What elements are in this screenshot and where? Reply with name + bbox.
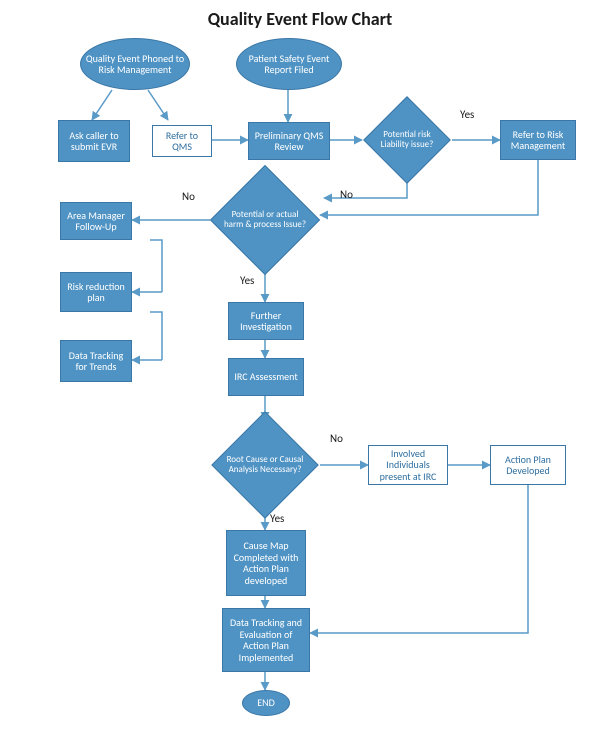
node-refer-risk: Refer to Risk Management bbox=[500, 120, 576, 160]
node-harm-issue-label: Potential or actual harm & process Issue… bbox=[206, 172, 324, 268]
node-data-eval: Data Tracking and Evaluation of Action P… bbox=[222, 608, 310, 672]
node-harm-issue: Potential or actual harm & process Issue… bbox=[206, 172, 324, 268]
page-title: Quality Event Flow Chart bbox=[0, 8, 600, 30]
node-risk-reduction: Risk reduction plan bbox=[60, 272, 132, 312]
node-end: END bbox=[242, 690, 290, 716]
node-cause-map: Cause Map Completed with Action Plan dev… bbox=[226, 530, 306, 596]
node-involved-irc: Involved Individuals present at IRC bbox=[368, 445, 448, 485]
label-root-no: No bbox=[330, 432, 343, 445]
node-refer-qms: Refer to QMS bbox=[152, 125, 212, 157]
node-area-followup: Area Manager Follow-Up bbox=[60, 202, 132, 240]
label-liability-yes: Yes bbox=[460, 108, 474, 121]
node-further-inv: Further Investigation bbox=[228, 302, 304, 340]
node-liability: Potential risk Liability issue? bbox=[362, 100, 452, 180]
node-start-phoned: Quality Event Phoned to Risk Management bbox=[80, 38, 190, 90]
node-irc-assess: IRC Assessment bbox=[228, 358, 304, 396]
node-prelim: Preliminary QMS Review bbox=[248, 122, 330, 160]
node-liability-label: Potential risk Liability issue? bbox=[362, 100, 452, 180]
label-root-yes: Yes bbox=[270, 512, 284, 525]
node-start-report: Patient Safety Event Report Filed bbox=[236, 38, 342, 90]
node-action-plan: Action Plan Developed bbox=[490, 445, 566, 485]
node-root-cause-label: Root Cause or Causal Analysis Necessary? bbox=[208, 418, 322, 512]
node-data-trends: Data Tracking for Trends bbox=[60, 340, 132, 382]
label-harm-no: No bbox=[182, 190, 195, 203]
label-harm-yes: Yes bbox=[240, 274, 254, 287]
label-liability-no: No bbox=[340, 188, 353, 201]
node-ask-evr: Ask caller to submit EVR bbox=[58, 120, 130, 162]
node-root-cause: Root Cause or Causal Analysis Necessary? bbox=[208, 418, 322, 512]
